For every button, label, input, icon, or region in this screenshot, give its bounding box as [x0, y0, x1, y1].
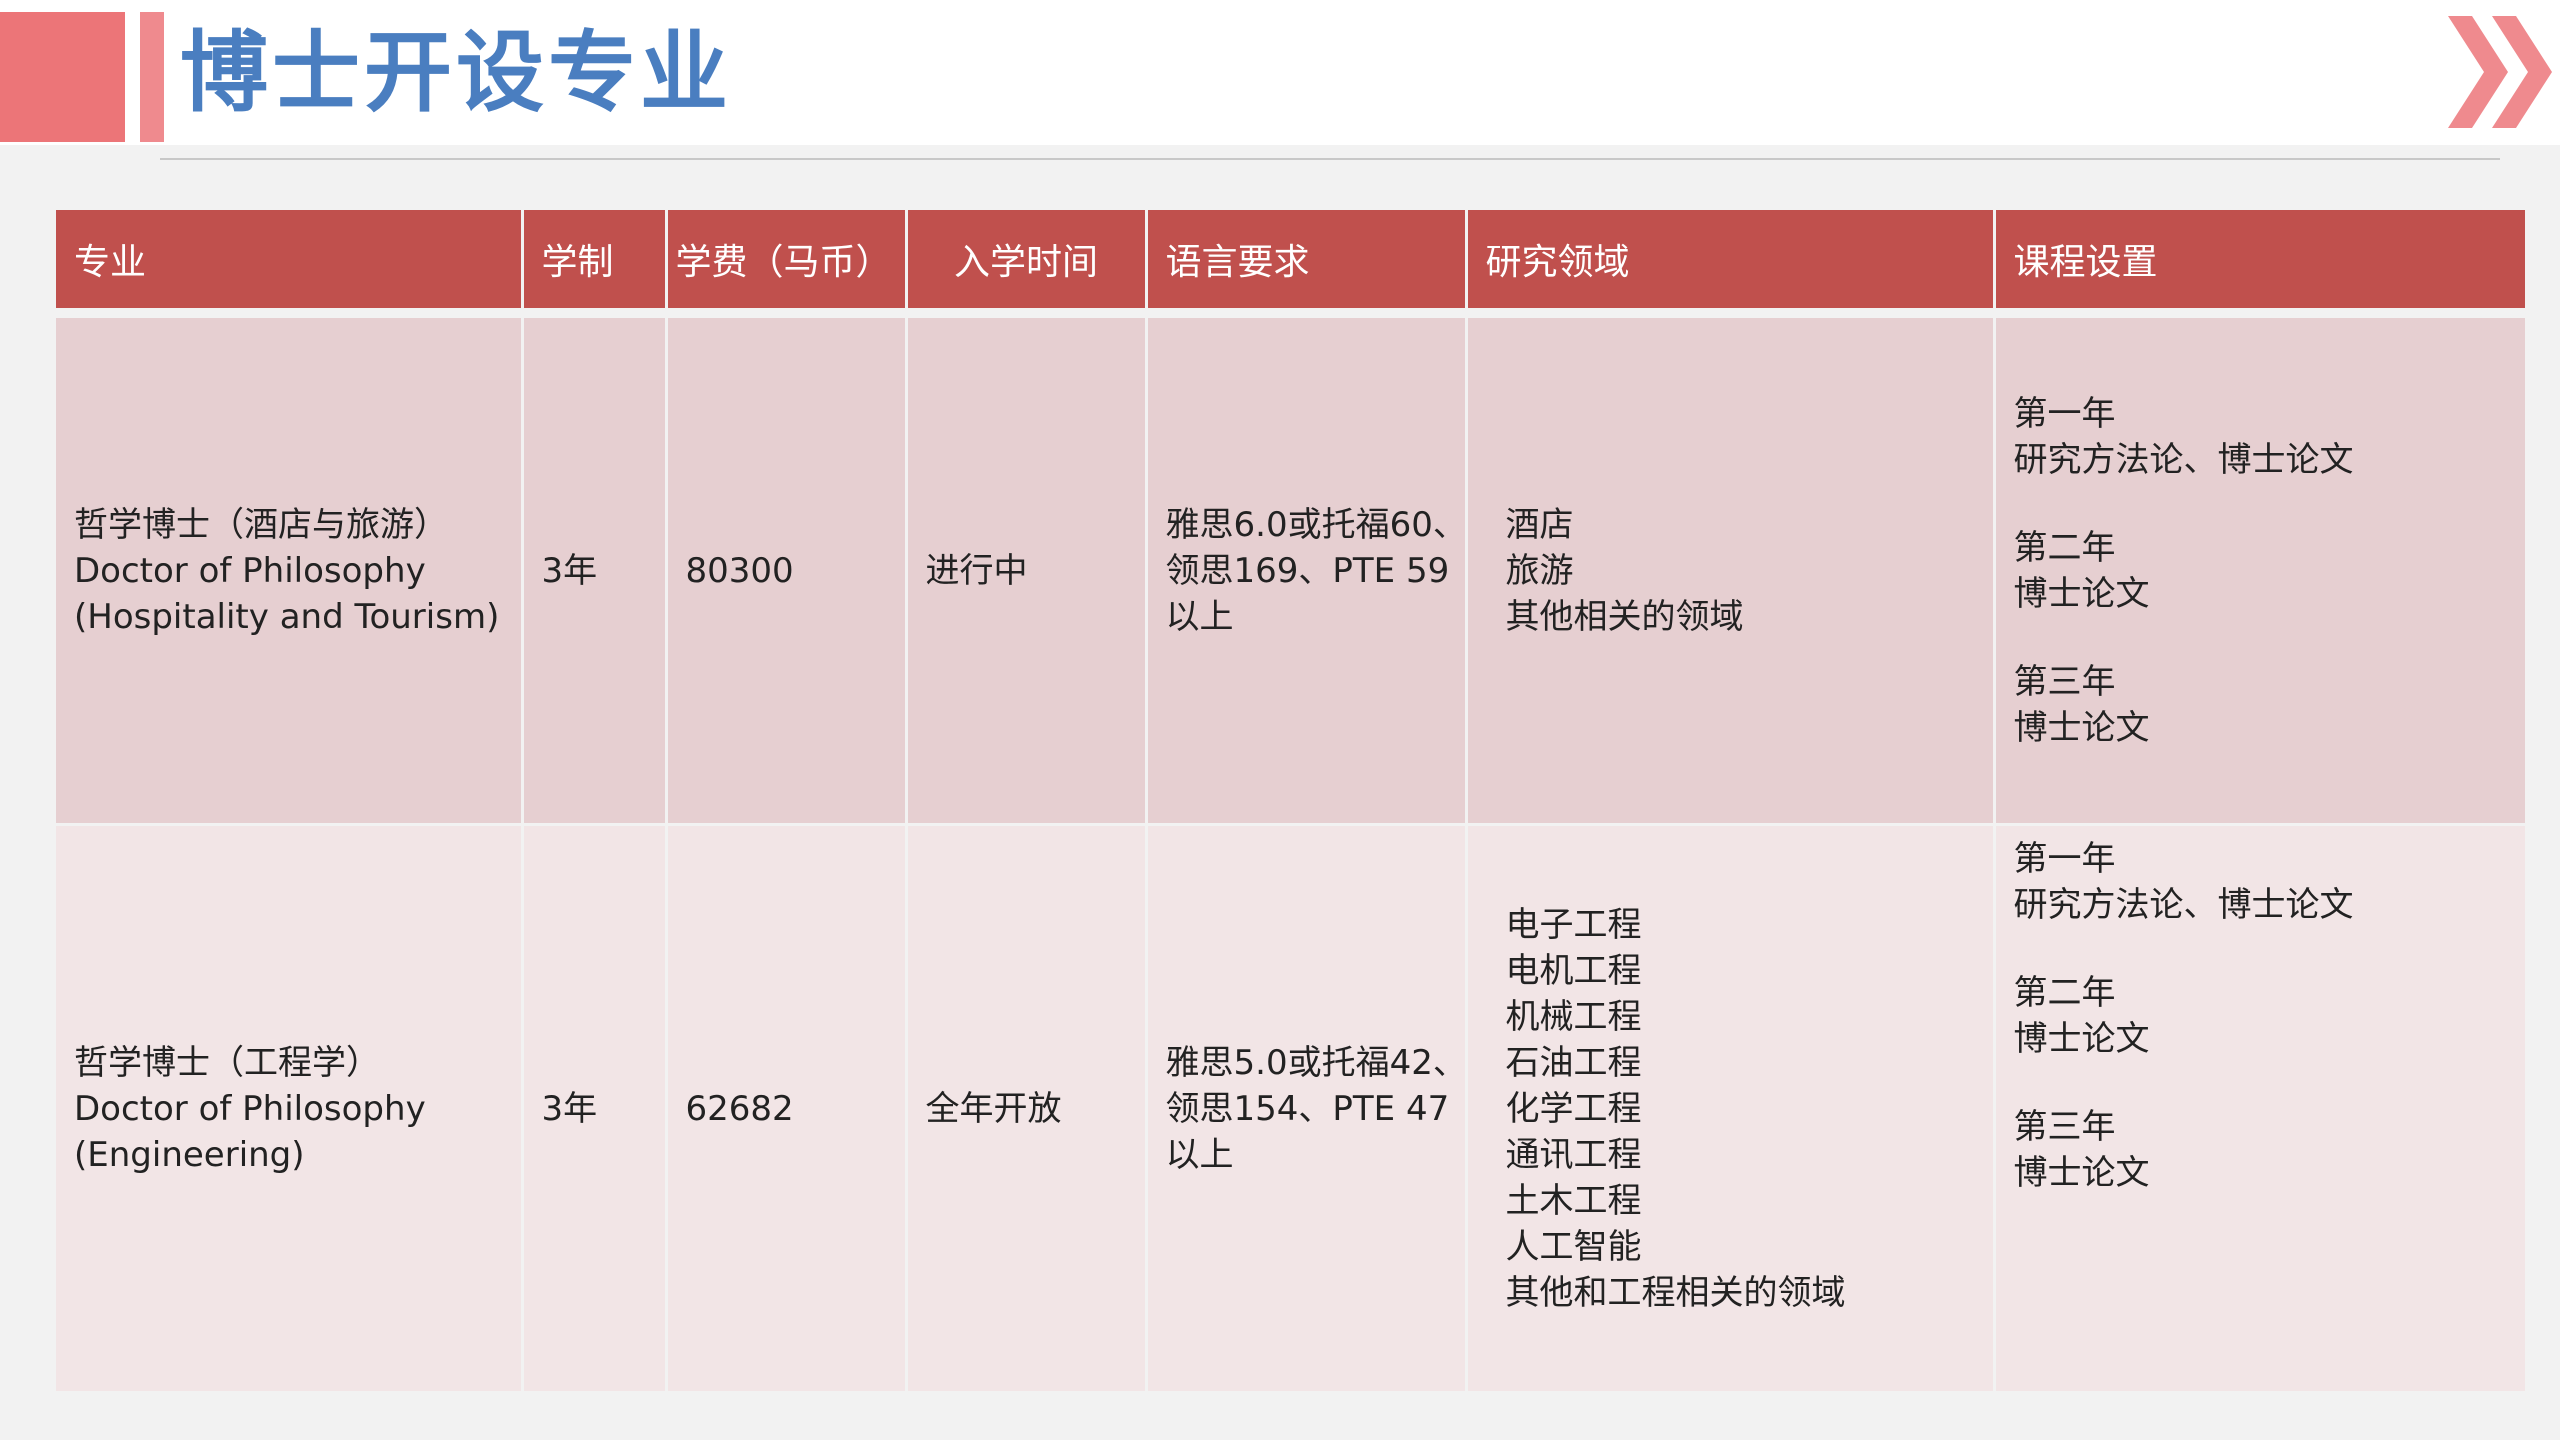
curriculum-cell: 第一年 研究方法论、博士论文 第二年 博士论文 第三年 博士论文 — [1994, 313, 2528, 826]
language-line: 雅思6.0或托福60、 — [1165, 504, 1466, 545]
major-name-cn: 哲学博士（工程学） — [74, 1042, 380, 1083]
research-item: 化学工程 — [1505, 1088, 1642, 1129]
header-language: 语言要求 — [1146, 210, 1468, 318]
page-title: 博士开设专业 — [180, 21, 733, 124]
research-cell: 酒店 旅游 其他相关的领域 — [1466, 313, 1996, 826]
fee-cell: 80300 — [666, 313, 908, 826]
research-item: 电子工程 — [1505, 904, 1642, 945]
curriculum-content: 研究方法论、博士论文 — [2013, 885, 2354, 925]
curriculum-content: 博士论文 — [2013, 573, 2150, 614]
research-item: 电机工程 — [1505, 950, 1642, 991]
fee-cell: 62682 — [666, 824, 908, 1394]
curriculum-content: 研究方法论、博士论文 — [2013, 439, 2354, 480]
curriculum-content: 博士论文 — [2013, 707, 2150, 748]
research-item: 酒店 — [1505, 504, 1574, 545]
language-line: 以上 — [1165, 596, 1234, 637]
curriculum-year: 第一年 — [2013, 839, 2116, 879]
title-divider — [160, 158, 2500, 160]
curriculum-year: 第一年 — [2013, 393, 2116, 434]
major-cell: 哲学博士（酒店与旅游） Doctor of Philosophy (Hospit… — [56, 313, 524, 826]
language-line: 雅思5.0或托福42、 — [1165, 1042, 1466, 1083]
major-name-en-sub: (Engineering) — [74, 1134, 305, 1175]
major-name-cn: 哲学博士（酒店与旅游） — [74, 504, 448, 545]
research-item: 土木工程 — [1505, 1180, 1642, 1221]
majors-table: 专业 学制 学费（马币） 入学时间 语言要求 研究领域 课程设置 哲学博士（酒店… — [56, 210, 2528, 1394]
table-row: 哲学博士（酒店与旅游） Doctor of Philosophy (Hospit… — [56, 313, 2528, 826]
intake-cell: 全年开放 — [906, 824, 1148, 1394]
research-cell: 电子工程 电机工程 机械工程 石油工程 化学工程 通讯工程 土木工程 人工智能 … — [1466, 824, 1996, 1394]
curriculum-year: 第三年 — [2013, 661, 2116, 702]
header-major: 专业 — [56, 210, 524, 318]
major-name-en: Doctor of Philosophy — [74, 1088, 426, 1129]
research-item: 石油工程 — [1505, 1042, 1642, 1083]
intake-cell: 进行中 — [906, 313, 1148, 826]
major-name-en: Doctor of Philosophy — [74, 550, 426, 591]
table-header-row: 专业 学制 学费（马币） 入学时间 语言要求 研究领域 课程设置 — [56, 210, 2528, 318]
header-fee: 学费（马币） — [666, 210, 908, 318]
duration-cell: 3年 — [522, 824, 668, 1394]
research-item: 其他和工程相关的领域 — [1505, 1272, 1846, 1313]
accent-block — [0, 12, 125, 142]
curriculum-cell: 第一年 研究方法论、博士论文 第二年 博士论文 第三年 博士论文 — [1994, 824, 2528, 1394]
language-line: 以上 — [1165, 1134, 1234, 1175]
language-cell: 雅思6.0或托福60、 领思169、PTE 59 以上 — [1146, 313, 1468, 826]
language-line: 领思169、PTE 59 — [1165, 550, 1450, 591]
header-curriculum: 课程设置 — [1994, 210, 2528, 318]
curriculum-year: 第三年 — [2013, 1107, 2116, 1147]
header-intake: 入学时间 — [906, 210, 1148, 318]
research-item: 通讯工程 — [1505, 1134, 1642, 1175]
language-line: 领思154、PTE 47 — [1165, 1088, 1450, 1129]
duration-cell: 3年 — [522, 313, 668, 826]
double-chevron-right-icon — [2448, 16, 2552, 128]
header-duration: 学制 — [522, 210, 668, 318]
language-cell: 雅思5.0或托福42、 领思154、PTE 47 以上 — [1146, 824, 1468, 1394]
major-cell: 哲学博士（工程学） Doctor of Philosophy (Engineer… — [56, 824, 524, 1394]
research-item: 人工智能 — [1505, 1226, 1642, 1267]
research-item: 机械工程 — [1505, 996, 1642, 1037]
curriculum-content: 博士论文 — [2013, 1019, 2150, 1059]
accent-bar — [140, 12, 164, 142]
table-row: 哲学博士（工程学） Doctor of Philosophy (Engineer… — [56, 824, 2528, 1394]
header-research: 研究领域 — [1466, 210, 1996, 318]
curriculum-year: 第二年 — [2013, 527, 2116, 568]
curriculum-year: 第二年 — [2013, 973, 2116, 1013]
research-item: 旅游 — [1505, 550, 1574, 591]
research-item: 其他相关的领域 — [1505, 596, 1744, 637]
major-name-en-sub: (Hospitality and Tourism) — [74, 596, 500, 637]
curriculum-content: 博士论文 — [2013, 1153, 2150, 1193]
